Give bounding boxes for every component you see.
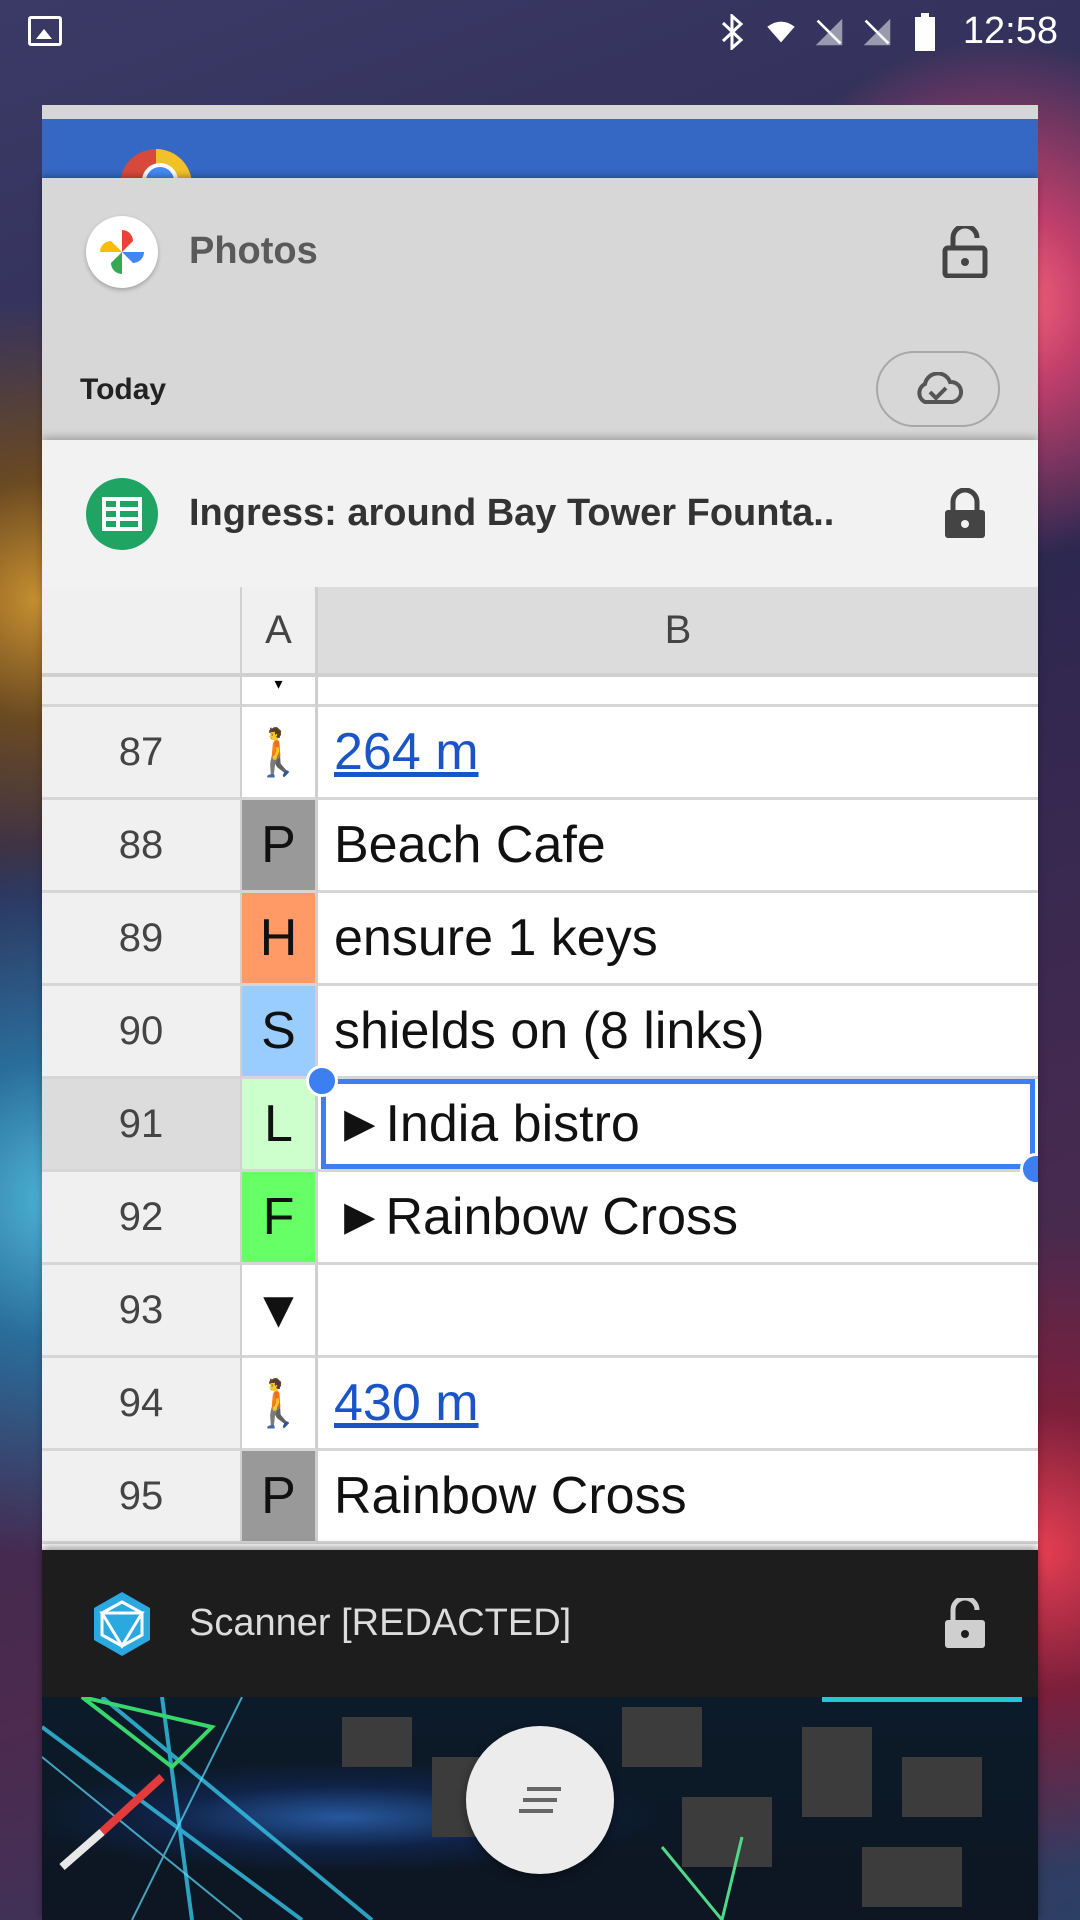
app-title: Photos bbox=[189, 230, 318, 272]
row-number[interactable]: 90 bbox=[42, 986, 242, 1079]
row-number[interactable]: 93 bbox=[42, 1265, 242, 1358]
row-number[interactable]: 95 bbox=[42, 1451, 242, 1544]
cell-a[interactable]: H bbox=[242, 893, 318, 986]
column-header-b[interactable]: B bbox=[318, 587, 1038, 677]
cell-b[interactable]: Rainbow Cross bbox=[318, 1451, 1038, 1544]
unlock-icon[interactable] bbox=[942, 1595, 988, 1650]
row-number[interactable]: 94 bbox=[42, 1358, 242, 1451]
spreadsheet-grid[interactable]: A B ▾ 87 🚶 264 m 88 P Beach Cafe 89 Hensure 1 k… bbox=[42, 587, 1038, 1550]
no-signal-icon bbox=[814, 15, 844, 49]
table-row[interactable]: 89 Hensure 1 keys bbox=[42, 893, 1038, 986]
cell-a[interactable]: ▼ bbox=[242, 1265, 318, 1358]
cell-b[interactable] bbox=[318, 1265, 1038, 1358]
cell-b-link[interactable]: 264 m bbox=[318, 707, 1038, 800]
row-number[interactable]: 92 bbox=[42, 1172, 242, 1265]
recent-card-chrome[interactable] bbox=[42, 105, 1038, 185]
bluetooth-icon bbox=[718, 14, 748, 50]
table-row[interactable]: 87 🚶 264 m bbox=[42, 707, 1038, 800]
partial-row: ▾ bbox=[42, 676, 1038, 707]
cell-b[interactable]: shields on (8 links) bbox=[318, 986, 1038, 1079]
table-row[interactable]: 91 L ►India bistro bbox=[42, 1065, 1038, 1185]
table-row[interactable]: 88 P Beach Cafe bbox=[42, 800, 1038, 893]
card-header: Ingress: around Bay Tower Founta.. bbox=[42, 440, 1038, 587]
sheets-app-icon bbox=[86, 477, 158, 550]
image-icon bbox=[28, 16, 62, 46]
cell-a[interactable]: S bbox=[242, 986, 318, 1079]
cell-a[interactable]: 🚶 bbox=[242, 1358, 318, 1451]
row-number[interactable]: 87 bbox=[42, 707, 242, 800]
cell-a[interactable]: 🚶 bbox=[242, 707, 318, 800]
photos-app-icon bbox=[86, 215, 158, 288]
card-header: Scanner [REDACTED] bbox=[42, 1550, 1038, 1697]
lock-icon[interactable] bbox=[942, 487, 988, 540]
column-header-a[interactable]: A bbox=[242, 587, 318, 677]
table-row[interactable]: 95 P Rainbow Cross bbox=[42, 1451, 1038, 1544]
cell-b[interactable]: Beach Cafe bbox=[318, 800, 1038, 893]
cell-a[interactable]: F bbox=[242, 1172, 318, 1265]
scanner-app-icon bbox=[86, 1588, 158, 1660]
cell-b-link[interactable]: 430 m bbox=[318, 1358, 1038, 1451]
cell-a[interactable]: L bbox=[242, 1079, 318, 1172]
cell-b[interactable]: ►Rainbow Cross bbox=[318, 1172, 1038, 1265]
app-title: Scanner [REDACTED] bbox=[189, 1602, 572, 1644]
section-label: Today bbox=[80, 373, 167, 406]
backup-cloud-button[interactable] bbox=[876, 351, 1000, 427]
battery-icon bbox=[910, 13, 940, 51]
wifi-icon bbox=[766, 15, 796, 49]
no-signal-icon bbox=[862, 15, 892, 49]
row-number[interactable]: 89 bbox=[42, 893, 242, 986]
row-number[interactable]: 91 bbox=[42, 1079, 242, 1172]
cell-b[interactable]: ensure 1 keys bbox=[318, 893, 1038, 986]
selection-handle-start[interactable] bbox=[306, 1065, 338, 1097]
card-header: Photos bbox=[42, 178, 1038, 325]
row-number[interactable]: 88 bbox=[42, 800, 242, 893]
cell-a[interactable]: P bbox=[242, 1451, 318, 1544]
table-row[interactable]: 93 ▼ bbox=[42, 1265, 1038, 1358]
status-bar: 12:58 bbox=[0, 0, 1080, 64]
cloud-done-icon bbox=[917, 372, 963, 404]
unlock-icon[interactable] bbox=[942, 223, 988, 278]
clear-all-button[interactable] bbox=[466, 1726, 614, 1874]
recent-card-photos[interactable]: Photos Today bbox=[42, 178, 1038, 440]
clear-all-icon bbox=[519, 1787, 561, 1813]
app-title: Ingress: around Bay Tower Founta.. bbox=[189, 492, 835, 534]
select-all-corner[interactable] bbox=[42, 587, 242, 677]
clock: 12:58 bbox=[962, 10, 1058, 52]
table-row[interactable]: 94 🚶 430 m bbox=[42, 1358, 1038, 1451]
table-row[interactable]: 92 F ►Rainbow Cross bbox=[42, 1172, 1038, 1265]
selection-box bbox=[321, 1079, 1035, 1169]
cell-a[interactable]: P bbox=[242, 800, 318, 893]
table-row[interactable]: 90 Sshields on (8 links) bbox=[42, 986, 1038, 1079]
recent-card-sheets[interactable]: Ingress: around Bay Tower Founta.. A B ▾… bbox=[42, 440, 1038, 1550]
